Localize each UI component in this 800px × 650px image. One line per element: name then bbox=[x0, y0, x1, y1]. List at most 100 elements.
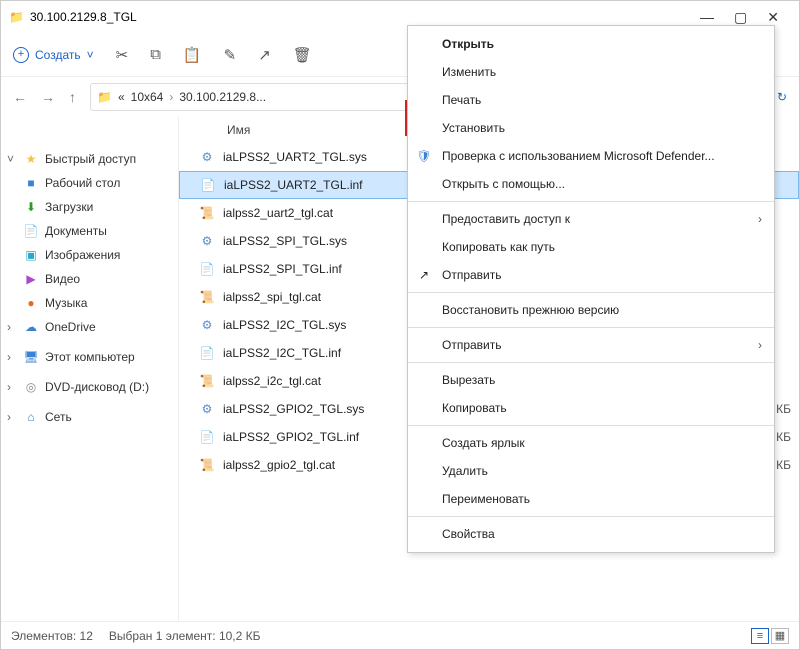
chevron-icon: › bbox=[7, 380, 17, 394]
breadcrumb-part[interactable]: 30.100.2129.8... bbox=[179, 90, 266, 104]
paste-icon[interactable]: 📋 bbox=[183, 46, 202, 64]
maximize-button[interactable]: ▢ bbox=[734, 9, 747, 26]
plus-icon: + bbox=[13, 47, 29, 63]
context-item[interactable]: Создать ярлык bbox=[408, 429, 774, 457]
sidebar-icon: ★ bbox=[23, 152, 39, 166]
cat-file-icon: 📜 bbox=[199, 458, 215, 472]
sidebar-icon: ⬇ bbox=[23, 200, 39, 214]
sidebar-icon: 📄 bbox=[23, 224, 39, 238]
copy-icon[interactable]: ⧉ bbox=[150, 46, 161, 63]
context-item-label: Копировать bbox=[442, 401, 507, 415]
context-item-label: Свойства bbox=[442, 527, 495, 541]
folder-icon: 📁 bbox=[9, 10, 24, 24]
rename-icon[interactable]: ✎ bbox=[224, 46, 237, 64]
sys-file-icon: ⚙ bbox=[199, 150, 215, 164]
inf-file-icon: 📄 bbox=[199, 430, 215, 444]
context-item[interactable]: Восстановить прежнюю версию bbox=[408, 296, 774, 324]
forward-button[interactable]: → bbox=[41, 89, 55, 105]
context-item[interactable]: Отправить› bbox=[408, 331, 774, 359]
sidebar-label: Сеть bbox=[45, 410, 72, 424]
chevron-down-icon: ˅ bbox=[87, 48, 94, 62]
sidebar-icon: ▣ bbox=[23, 248, 39, 262]
context-item[interactable]: Удалить bbox=[408, 457, 774, 485]
create-button[interactable]: + Создать ˅ bbox=[13, 47, 94, 63]
context-item[interactable]: Переименовать bbox=[408, 485, 774, 513]
context-item[interactable]: Открыть с помощью... bbox=[408, 170, 774, 198]
chevron-icon: › bbox=[7, 320, 17, 334]
inf-file-icon: 📄 bbox=[199, 346, 215, 360]
cat-file-icon: 📜 bbox=[199, 374, 215, 388]
sidebar-item[interactable]: ›◎DVD-дисковод (D:) bbox=[1, 375, 178, 399]
sidebar-icon: ● bbox=[23, 296, 39, 310]
sidebar-item[interactable]: ■Рабочий стол bbox=[1, 171, 178, 195]
context-item-label: Печать bbox=[442, 93, 481, 107]
context-item[interactable]: Предоставить доступ к › bbox=[408, 205, 774, 233]
sidebar-label: Документы bbox=[45, 224, 107, 238]
context-item-label: Отправить bbox=[442, 268, 502, 282]
context-item[interactable]: Установить bbox=[408, 114, 774, 142]
context-item[interactable]: ↗ Отправить bbox=[408, 261, 774, 289]
sidebar-item[interactable]: ›☁OneDrive bbox=[1, 315, 178, 339]
view-grid-button[interactable]: ▦ bbox=[771, 628, 789, 644]
sidebar: ˅ ★ Быстрый доступ ■Рабочий стол ⬇ Загрузки 📄 Д… bbox=[1, 117, 179, 621]
context-item[interactable]: Печать bbox=[408, 86, 774, 114]
context-item[interactable]: Копировать bbox=[408, 394, 774, 422]
sys-file-icon: ⚙ bbox=[199, 318, 215, 332]
sidebar-item[interactable]: ˅ ★ Быстрый доступ bbox=[1, 147, 178, 171]
context-item-label: Открыть с помощью... bbox=[442, 177, 565, 191]
context-item[interactable]: 🛡Проверка с использованием Microsoft Def… bbox=[408, 142, 774, 170]
sidebar-label: Быстрый доступ bbox=[45, 152, 136, 166]
delete-icon[interactable]: 🗑 bbox=[293, 46, 312, 64]
share-icon[interactable]: ↗ bbox=[258, 46, 271, 64]
close-button[interactable]: ✕ bbox=[767, 9, 779, 26]
chevron-icon: ˅ bbox=[7, 152, 17, 166]
sidebar-label: Изображения bbox=[45, 248, 120, 262]
context-item-label: Вырезать bbox=[442, 373, 495, 387]
context-item-label: Проверка с использованием Microsoft Defe… bbox=[442, 149, 715, 163]
sidebar-label: Музыка bbox=[45, 296, 87, 310]
sidebar-item[interactable]: ⬇ Загрузки bbox=[1, 195, 178, 219]
back-button[interactable]: ← bbox=[13, 89, 27, 105]
sidebar-item[interactable]: ▣ Изображения bbox=[1, 243, 178, 267]
view-buttons: ≡ ▦ bbox=[751, 628, 789, 644]
sidebar-label: Видео bbox=[45, 272, 80, 286]
cat-file-icon: 📜 bbox=[199, 290, 215, 304]
sidebar-label: DVD-дисковод (D:) bbox=[45, 380, 149, 394]
context-item-label: Открыть bbox=[442, 37, 494, 51]
refresh-button[interactable]: ↻ bbox=[777, 90, 787, 104]
context-item[interactable]: Вырезать bbox=[408, 366, 774, 394]
sidebar-label: Загрузки bbox=[45, 200, 93, 214]
submenu-arrow-icon: › bbox=[758, 212, 762, 226]
context-item[interactable]: Изменить bbox=[408, 58, 774, 86]
minimize-button[interactable]: — bbox=[700, 9, 714, 26]
context-item-label: Изменить bbox=[442, 65, 496, 79]
sidebar-item[interactable]: ›⌂Сеть bbox=[1, 405, 178, 429]
sidebar-label: Рабочий стол bbox=[45, 176, 120, 190]
breadcrumb-prefix: « bbox=[118, 90, 125, 104]
sys-file-icon: ⚙ bbox=[199, 234, 215, 248]
context-item-label: Предоставить доступ к bbox=[442, 212, 570, 226]
sidebar-item[interactable]: ›🖥Этот компьютер bbox=[1, 345, 178, 369]
context-item-label: Восстановить прежнюю версию bbox=[442, 303, 619, 317]
sidebar-icon: ⌂ bbox=[23, 410, 39, 424]
column-name[interactable]: Имя bbox=[227, 123, 250, 137]
context-item-icon: ↗ bbox=[416, 268, 432, 282]
context-item[interactable]: Свойства bbox=[408, 520, 774, 548]
context-item-label: Создать ярлык bbox=[442, 436, 525, 450]
context-menu: Открыть Изменить Печать Установить 🛡Проверка… bbox=[407, 25, 775, 553]
sidebar-icon: ▶ bbox=[23, 272, 39, 286]
up-button[interactable]: ↑ bbox=[69, 89, 76, 105]
window-title: 30.100.2129.8_TGL bbox=[30, 10, 688, 24]
context-item[interactable]: Копировать как путь bbox=[408, 233, 774, 261]
status-selection: Выбран 1 элемент: 10,2 КБ bbox=[109, 629, 261, 643]
sidebar-item[interactable]: ▶ Видео bbox=[1, 267, 178, 291]
view-list-button[interactable]: ≡ bbox=[751, 628, 769, 644]
context-item-label: Переименовать bbox=[442, 492, 530, 506]
cut-icon[interactable]: ✂ bbox=[116, 46, 129, 64]
context-item[interactable]: Открыть bbox=[408, 30, 774, 58]
breadcrumb-part[interactable]: 10x64 bbox=[131, 90, 164, 104]
context-item-label: Установить bbox=[442, 121, 505, 135]
inf-file-icon: 📄 bbox=[199, 262, 215, 276]
sidebar-item[interactable]: 📄 Документы bbox=[1, 219, 178, 243]
sidebar-item[interactable]: ● Музыка bbox=[1, 291, 178, 315]
